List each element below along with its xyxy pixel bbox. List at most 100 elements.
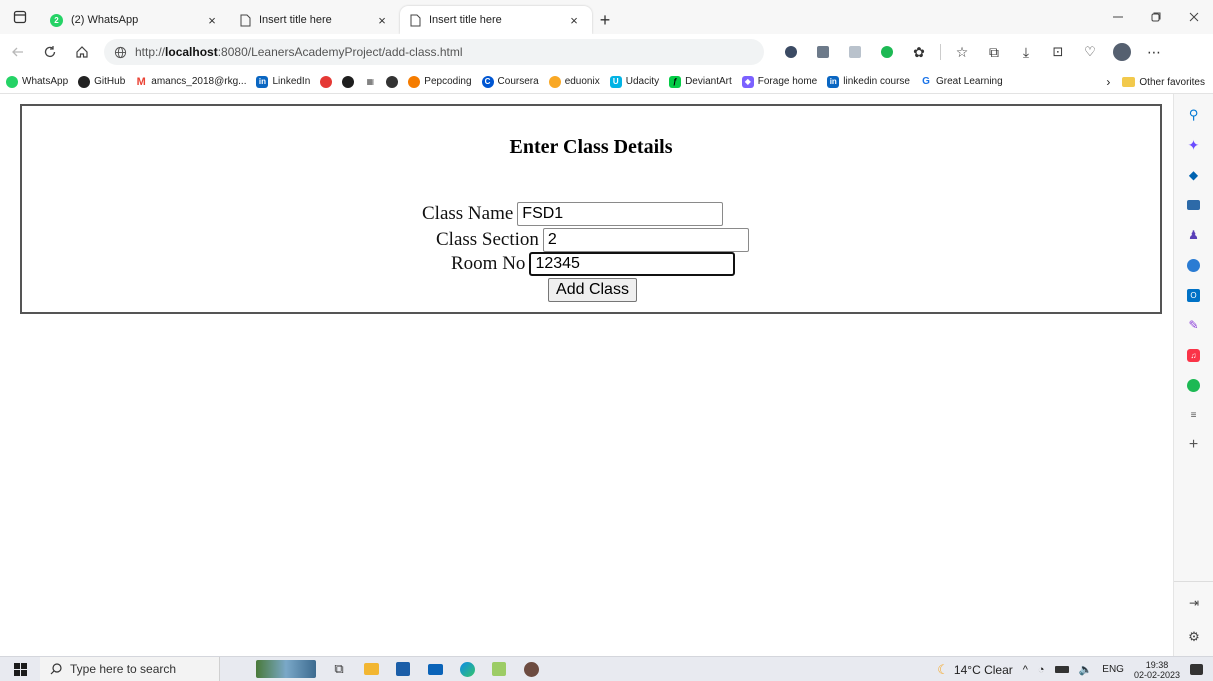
favorite-dark-site[interactable] [386, 75, 399, 88]
chevron-up-icon[interactable]: ^ [1023, 664, 1028, 676]
favorite-linkedin[interactable]: in LinkedIn [256, 75, 310, 88]
tab-close-button[interactable]: × [374, 13, 390, 28]
favorite-forage[interactable]: ◆ Forage home [741, 75, 817, 88]
tab-actions-icon [13, 10, 27, 24]
favorite-pepcoding[interactable]: Pepcoding [408, 75, 472, 88]
windows-logo-icon [13, 662, 27, 676]
sidebar-search-button[interactable]: ⚲ [1183, 104, 1205, 126]
sparkle-icon: ✦ [1187, 136, 1200, 153]
favorite-label: GitHub [94, 76, 126, 87]
downloads-button[interactable]: ⤓ [1013, 39, 1039, 65]
store-button[interactable] [394, 660, 412, 678]
address-bar[interactable]: http://localhost:8080/LeanersAcademyProj… [104, 39, 764, 65]
star-list-icon: ☆ [955, 43, 969, 60]
sidebar-add-button[interactable]: + [1183, 434, 1205, 456]
class-section-input[interactable] [542, 228, 749, 252]
folder-icon [1122, 77, 1136, 87]
mail-icon [427, 663, 443, 675]
screenshot-button[interactable]: ⊡ [1045, 39, 1071, 65]
sidebar-spotify-button[interactable] [1183, 374, 1205, 396]
tab-actions-button[interactable] [0, 0, 40, 34]
class-form-container: Enter Class Details Class Name Class Sec… [20, 104, 1162, 314]
sidebar-tools-button[interactable] [1183, 194, 1205, 216]
sidebar-games-button[interactable]: ♟ [1183, 224, 1205, 246]
tab-whatsapp[interactable]: 2 (2) WhatsApp × [40, 6, 230, 34]
class-name-label: Class Name [422, 203, 514, 224]
tab-insert-title-2[interactable]: Insert title here × [400, 6, 592, 34]
search-icon: ⚲ [1188, 107, 1199, 122]
start-button[interactable] [0, 657, 40, 681]
coursera-icon: C [481, 75, 494, 88]
folder-icon [363, 663, 379, 675]
tab-label: (2) WhatsApp [71, 14, 139, 26]
profile-button[interactable] [1109, 39, 1135, 65]
extension-button[interactable]: ✿ [906, 39, 932, 65]
favorite-red-site[interactable] [320, 75, 333, 88]
language-indicator[interactable]: ENG [1102, 664, 1124, 675]
new-tab-button[interactable]: + [592, 6, 618, 34]
tab-close-button[interactable]: × [566, 13, 582, 28]
sidebar-news-button[interactable]: ≡ [1183, 404, 1205, 426]
sidebar-shopping-button[interactable]: ◆ [1183, 164, 1205, 186]
favorite-great-learning[interactable]: G Great Learning [919, 75, 1003, 88]
back-button[interactable] [4, 38, 32, 66]
room-no-input[interactable] [529, 252, 736, 276]
sidebar-office-button[interactable] [1183, 254, 1205, 276]
restore-button[interactable] [1137, 0, 1175, 34]
edge-button[interactable] [458, 660, 476, 678]
minimize-button[interactable] [1099, 0, 1137, 34]
taskbar-search-box[interactable]: Type here to search [40, 656, 220, 681]
other-favorites-folder[interactable]: Other favorites [1122, 77, 1205, 88]
extension-button[interactable] [778, 39, 804, 65]
spreadsheet-button[interactable] [490, 660, 508, 678]
battery-icon[interactable] [1054, 666, 1069, 673]
close-window-button[interactable] [1175, 0, 1213, 34]
favorite-steam[interactable] [342, 75, 355, 88]
mail-button[interactable] [426, 660, 444, 678]
notifications-icon[interactable] [1190, 664, 1203, 675]
extension-button[interactable] [874, 39, 900, 65]
sidebar-copilot-button[interactable]: ✦ [1183, 134, 1205, 156]
tab-close-button[interactable]: × [204, 13, 220, 28]
task-view-button[interactable]: ⧉ [330, 660, 348, 678]
favorite-deviantart[interactable]: ƒ DeviantArt [669, 75, 732, 88]
dark-circle-icon [386, 75, 399, 88]
favorite-grid-site[interactable]: ▦ [364, 75, 377, 88]
tab-insert-title-1[interactable]: Insert title here × [230, 6, 400, 34]
refresh-button[interactable] [36, 38, 64, 66]
favorite-whatsapp[interactable]: WhatsApp [6, 75, 68, 88]
search-icon [50, 663, 62, 675]
home-button[interactable] [68, 38, 96, 66]
weather-widget[interactable]: ☾ 14°C Clear [937, 662, 1012, 678]
taskbar-landscape-widget[interactable] [256, 660, 316, 678]
favorite-eduonix[interactable]: eduonix [548, 75, 600, 88]
favorite-label: Udacity [625, 76, 660, 87]
favorite-github[interactable]: GitHub [78, 75, 126, 88]
app-button[interactable] [522, 660, 540, 678]
extension-circle-icon [785, 46, 797, 58]
sidebar-hide-button[interactable]: ⇥ [1183, 592, 1205, 614]
add-class-button[interactable]: Add Class [548, 278, 637, 302]
extension-button[interactable] [810, 39, 836, 65]
settings-menu-button[interactable]: ⋯ [1141, 39, 1167, 65]
collections-button[interactable]: ⧉ [981, 39, 1007, 65]
chevron-right-icon[interactable]: › [1106, 75, 1110, 89]
class-name-input[interactable] [517, 202, 724, 226]
sidebar-settings-button[interactable]: ⚙ [1183, 626, 1205, 648]
sidebar-outlook-button[interactable]: O [1183, 284, 1205, 306]
sidebar-designer-button[interactable]: ✎ [1183, 314, 1205, 336]
extension-button[interactable] [842, 39, 868, 65]
volume-icon[interactable]: 🔈 [1079, 663, 1093, 676]
favorite-coursera[interactable]: C Coursera [481, 75, 539, 88]
clock[interactable]: 19:38 02-02-2023 [1134, 660, 1180, 680]
performance-button[interactable]: ♡ [1077, 39, 1103, 65]
file-explorer-button[interactable] [362, 660, 380, 678]
favorite-linkedin-course[interactable]: in linkedin course [827, 75, 910, 88]
wifi-icon[interactable]: ◔ [1038, 664, 1045, 676]
tab-label: Insert title here [429, 14, 502, 26]
favorite-udacity[interactable]: U Udacity [609, 75, 660, 88]
favorites-button[interactable]: ☆ [949, 39, 975, 65]
sidebar-music-button[interactable]: ♫ [1183, 344, 1205, 366]
favorite-gmail[interactable]: Mamancs_2018@rkg... [135, 75, 246, 88]
collections-icon: ⧉ [989, 43, 999, 60]
